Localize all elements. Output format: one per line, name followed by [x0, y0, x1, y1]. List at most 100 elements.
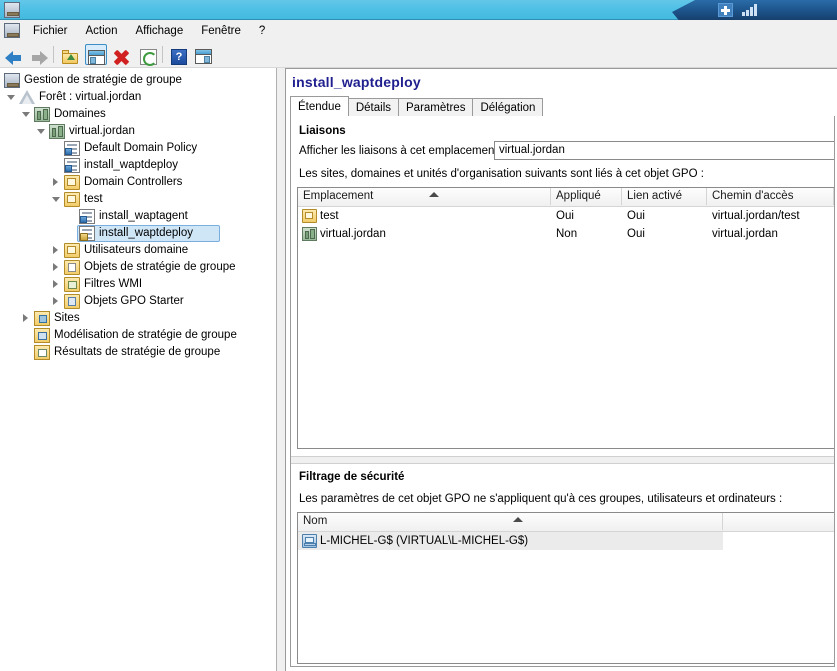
tree-item-objets-gpo-starter[interactable]: Objets GPO Starter — [0, 293, 276, 310]
table-row[interactable]: virtual.jordan Non Oui virtual.jordan — [298, 225, 834, 243]
tree-item-domain-controllers[interactable]: Domain Controllers — [0, 174, 276, 191]
tree-item-mod-lisation-de-strat-gie-de-groupe[interactable]: Modélisation de stratégie de groupe — [0, 327, 276, 344]
filtrage-heading: Filtrage de sécurité — [299, 471, 405, 483]
delete-button[interactable] — [111, 44, 133, 66]
tree-item-install-waptagent[interactable]: install_waptagent — [0, 208, 276, 225]
tree-item-gestion-de-strat-gie-de-groupe[interactable]: Gestion de stratégie de groupe — [0, 72, 276, 89]
tree-item-virtual-jordan[interactable]: virtual.jordan — [0, 123, 276, 140]
location-label: Afficher les liaisons à cet emplacement … — [299, 145, 504, 157]
tree-item-label: virtual.jordan — [69, 125, 135, 137]
help-button[interactable]: ? — [168, 44, 190, 65]
tab-etendue[interactable]: Étendue — [290, 96, 349, 116]
tree-item-label: Domaines — [54, 108, 106, 120]
tree-item-label: Objets GPO Starter — [84, 295, 184, 307]
tree-item-label: install_waptdeploy — [99, 227, 193, 239]
table-row[interactable]: test Oui Oui virtual.jordan/test — [298, 207, 834, 225]
gpo-icon — [64, 141, 80, 156]
refresh-button[interactable] — [137, 44, 159, 66]
collapse-toggle-icon[interactable] — [52, 195, 61, 204]
vertical-splitter[interactable] — [278, 68, 285, 671]
domains-icon — [34, 107, 50, 122]
tab-parametres[interactable]: Paramètres — [398, 98, 474, 116]
cell-chemin: virtual.jordan/test — [712, 210, 800, 222]
liaisons-list[interactable]: Emplacement Appliqué Lien activé Chemin … — [297, 187, 834, 449]
col-chemin[interactable]: Chemin d'accès — [707, 188, 834, 205]
list-item[interactable]: L-MICHEL-G$ (VIRTUAL\L-MICHEL-G$) — [298, 532, 723, 550]
properties-icon — [195, 49, 212, 64]
expand-toggle-icon[interactable] — [52, 263, 61, 272]
toolbar-separator — [162, 46, 163, 63]
tree-item-label: Résultats de stratégie de groupe — [54, 346, 221, 358]
tree-item-label: Default Domain Policy — [84, 142, 198, 154]
computer-icon — [302, 534, 317, 548]
navigation-tree[interactable]: Gestion de stratégie de groupe Forêt : vi… — [0, 68, 277, 671]
domain-icon — [49, 124, 65, 139]
show-hide-tree-icon — [88, 50, 105, 65]
back-button[interactable] — [3, 44, 25, 65]
rdp-connection-bar[interactable] — [672, 0, 837, 20]
tree-item-label: test — [84, 193, 103, 205]
tree-item-r-sultats-de-strat-gie-de-groupe[interactable]: Résultats de stratégie de groupe — [0, 344, 276, 361]
expand-toggle-icon[interactable] — [52, 246, 61, 255]
pin-icon[interactable] — [718, 3, 733, 17]
tree-item-install-waptdeploy[interactable]: install_waptdeploy — [0, 225, 276, 242]
modeling-icon — [34, 328, 50, 343]
tree-item-for-t-virtual-jordan[interactable]: Forêt : virtual.jordan — [0, 89, 276, 106]
gpo-icon — [64, 158, 80, 173]
col-applique[interactable]: Appliqué — [551, 188, 622, 205]
tree-item-label: Objets de stratégie de groupe — [84, 261, 236, 273]
menu-aide[interactable]: ? — [250, 23, 274, 39]
tree-item-label: Domain Controllers — [84, 176, 183, 188]
collapse-toggle-icon[interactable] — [22, 110, 31, 119]
tree-item-objets-de-strat-gie-de-groupe[interactable]: Objets de stratégie de groupe — [0, 259, 276, 276]
expand-toggle-icon[interactable] — [52, 297, 61, 306]
toolbar-separator — [53, 46, 54, 63]
expand-toggle-icon[interactable] — [52, 178, 61, 187]
col-emplacement[interactable]: Emplacement — [298, 188, 551, 205]
forward-button[interactable] — [28, 44, 50, 65]
up-one-level-icon — [61, 49, 79, 66]
toolbar: ? — [0, 40, 837, 68]
up-one-level-button[interactable] — [59, 44, 81, 65]
folder-starter-icon — [64, 294, 80, 309]
menu-action[interactable]: Action — [77, 23, 127, 39]
sites-icon — [34, 311, 50, 326]
menu-items: Fichier Action Affichage Fenêtre ? — [24, 21, 274, 40]
menu-fenetre[interactable]: Fenêtre — [192, 23, 250, 39]
properties-button[interactable] — [193, 44, 215, 65]
location-combobox[interactable]: virtual.jordan — [494, 141, 834, 160]
cell-emplacement: virtual.jordan — [320, 228, 386, 240]
folder-wmi-icon — [64, 277, 80, 292]
collapse-toggle-icon[interactable] — [7, 93, 16, 102]
sort-ascending-icon — [513, 517, 523, 522]
liaisons-description: Les sites, domaines et unités d'organisa… — [299, 168, 704, 180]
cell-nom: L-MICHEL-G$ (VIRTUAL\L-MICHEL-G$) — [320, 535, 529, 547]
expand-toggle-icon[interactable] — [22, 314, 31, 323]
signal-bars-icon — [742, 4, 758, 16]
tree-item-utilisateurs-domaine[interactable]: Utilisateurs domaine — [0, 242, 276, 259]
collapse-toggle-icon[interactable] — [37, 127, 46, 136]
tree-item-filtres-wmi[interactable]: Filtres WMI — [0, 276, 276, 293]
cell-chemin: virtual.jordan — [712, 228, 778, 240]
menu-fichier[interactable]: Fichier — [24, 23, 77, 39]
tab-delegation[interactable]: Délégation — [472, 98, 544, 116]
expand-toggle-icon[interactable] — [52, 280, 61, 289]
tree-item-install-waptdeploy[interactable]: install_waptdeploy — [0, 157, 276, 174]
cell-emplacement: test — [320, 210, 339, 222]
col-nom[interactable]: Nom — [298, 513, 723, 530]
tree-item-sites[interactable]: Sites — [0, 310, 276, 327]
col-lien-active[interactable]: Lien activé — [622, 188, 707, 205]
tree-item-domaines[interactable]: Domaines — [0, 106, 276, 123]
menu-affichage[interactable]: Affichage — [126, 23, 192, 39]
show-hide-tree-button[interactable] — [85, 44, 107, 65]
col-emplacement-label: Emplacement — [303, 190, 374, 202]
filtrage-list[interactable]: Nom L-MICHEL-G$ (VIRTUAL\L-MICHEL-G$) — [297, 512, 834, 664]
tree-item-default-domain-policy[interactable]: Default Domain Policy — [0, 140, 276, 157]
tree-item-test[interactable]: test — [0, 191, 276, 208]
cell-lien-active: Oui — [627, 210, 645, 222]
horizontal-splitter[interactable] — [291, 456, 834, 464]
tab-details[interactable]: Détails — [347, 98, 400, 116]
liaisons-header-row: Emplacement Appliqué Lien activé Chemin … — [298, 188, 834, 207]
tree-item-label: Filtres WMI — [84, 278, 143, 290]
ou-icon — [64, 175, 80, 190]
